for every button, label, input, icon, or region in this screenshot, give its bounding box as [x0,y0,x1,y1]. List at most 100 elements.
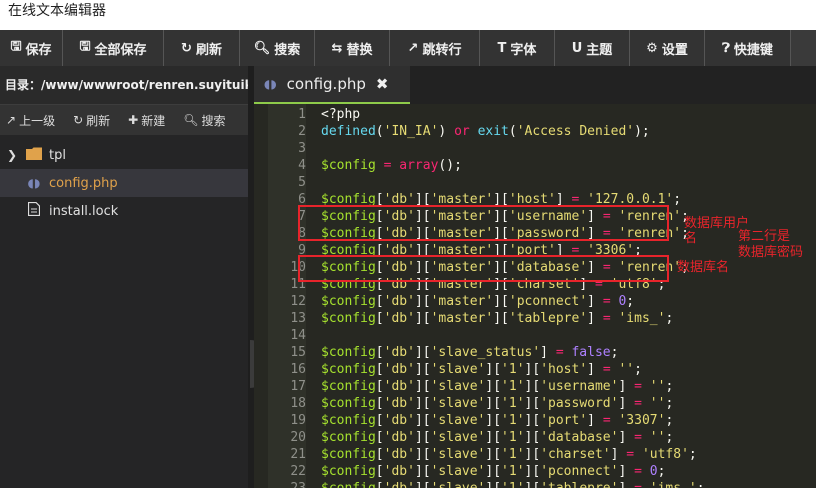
code-line: 20 $config['db']['slave']['1']['database'… [268,429,816,446]
toolbar: 🖫 保存 🖫 全部保存 ↻ 刷新 🔍︎ 搜索 ⇆ 替换 ↗ 跳转行 T 字体 U 主题 ⚙ 设置 … [0,30,816,66]
line-number: 3 [298,141,306,156]
sidebar-search-button[interactable]: 🔍︎ 搜索 [183,112,225,129]
line-source: $config = array(); [321,158,462,173]
goto-line-icon: ↗ [407,40,419,56]
line-source: $config['db']['slave']['1']['charset'] =… [321,447,697,462]
save-all-button[interactable]: 🖫 全部保存 [63,30,164,66]
code-line: 2 defined('IN_IA') or exit('Access Denied… [268,123,816,140]
refresh-button[interactable]: ↻ 刷新 [164,30,240,66]
font-button[interactable]: T 字体 [480,30,555,66]
code-line: 16 $config['db']['slave']['1']['host'] = … [268,361,816,378]
tree-item-config-php[interactable]: ◖◗ config.php [0,169,248,197]
replace-button-label: 替换 [346,42,373,58]
code-line: 12 $config['db']['master']['pconnect'] = … [268,293,816,310]
tree-item-label: config.php [49,175,118,191]
line-number: 21 [290,447,306,462]
code-line: 4 $config = array(); [268,157,816,174]
line-source: $config['db']['slave']['1']['username'] … [321,379,674,394]
close-icon[interactable]: ✖ [376,75,389,93]
new-file-button[interactable]: ✚ 新建 [128,112,165,129]
help-icon: ❓︎ [722,40,730,56]
goto-line-button[interactable]: ↗ 跳转行 [390,30,480,66]
line-number: 22 [290,464,306,479]
new-file-label: 新建 [141,113,166,128]
code-line: 18 $config['db']['slave']['1']['password'… [268,395,816,412]
plus-icon: ✚ [128,113,139,127]
sidebar-search-label: 搜索 [201,113,226,128]
line-number: 5 [298,175,306,190]
search-button[interactable]: 🔍︎ 搜索 [240,30,315,66]
line-source: $config['db']['slave']['1']['port'] = '3… [321,413,674,428]
line-source: $config['db']['slave']['1']['pconnect'] … [321,464,666,479]
tab-label: config.php [286,75,366,93]
line-source: $config['db']['slave']['1']['tablepre'] … [306,480,705,488]
php-elephant-icon: ◖◗ [27,176,41,190]
line-source: $config['db']['slave']['1']['host'] = ''… [321,362,642,377]
annotation-db-name: 数据库名 [677,260,730,275]
theme-button[interactable]: U 主题 [555,30,630,66]
code-line: 21 $config['db']['slave']['1']['charset']… [268,446,816,463]
code-line: 13 $config['db']['master']['tablepre'] = … [268,310,816,327]
font-icon: T [497,40,507,56]
shortcuts-button-label: 快捷键 [733,42,773,58]
code-line: 22 $config['db']['slave']['1']['pconnect'… [268,463,816,480]
file-sidebar: 目录：/www/wwwroot/renren.suyituike... ↗ 上一级… [0,66,248,488]
code-lines: 1 <?php 2 defined('IN_IA') or exit('Access … [268,106,816,488]
tab-config-php[interactable]: ◖◗ config.php ✖ [254,66,410,104]
toolbar-filler [791,30,816,66]
line-number: 18 [290,396,306,411]
search-button-label: 搜索 [274,42,301,58]
line-source [306,140,321,157]
line-number: 17 [290,379,306,394]
refresh-button-label: 刷新 [195,42,222,58]
username-password-highlight [298,205,669,241]
sidebar-toolbar: ↗ 上一级 ↻ 刷新 ✚ 新建 🔍︎ 搜索 [0,104,248,135]
line-number: 15 [290,345,306,360]
window-title: 在线文本编辑器 [8,3,106,19]
theme-button-label: 主题 [586,42,613,58]
php-elephant-icon: ◖◗ [264,77,277,91]
save-button[interactable]: 🖫 保存 [0,30,63,66]
line-number: 16 [290,362,306,377]
tab-bar: ◖◗ config.php ✖ [254,66,816,104]
code-line: 19 $config['db']['slave']['1']['port'] = … [268,412,816,429]
line-number: 19 [290,413,306,428]
line-number: 14 [290,328,306,343]
code-line: 14 [268,327,816,344]
replace-button[interactable]: ⇆ 替换 [315,30,390,66]
sidebar-refresh-label: 刷新 [86,113,111,128]
shortcuts-button[interactable]: ❓︎ 快捷键 [705,30,791,66]
line-source: defined('IN_IA') or exit('Access Denied'… [321,124,650,139]
code-editor[interactable]: 1 <?php 2 defined('IN_IA') or exit('Access … [254,104,816,488]
chevron-right-icon[interactable]: ❯ [3,148,21,162]
line-source: $config['db']['slave']['1']['database'] … [321,430,674,445]
save-icon: 🖫 [10,39,22,54]
tree-item-install-lock[interactable]: install.lock [0,197,248,225]
file-icon [23,201,45,220]
theme-icon: U [571,40,583,56]
refresh-icon: ↻ [181,40,192,56]
refresh-icon: ↻ [73,113,84,127]
font-button-label: 字体 [510,42,537,58]
save-button-label: 保存 [25,42,52,58]
tree-item-tpl[interactable]: ❯ tpl [0,141,248,169]
line-number: 20 [290,430,306,445]
line-source: $config['db']['master']['pconnect'] = 0; [321,294,635,309]
tree-item-label: install.lock [49,203,119,219]
file-tree: ❯ tpl ◖◗ config.php install.lock [0,135,248,225]
folder-icon [23,147,45,164]
settings-button[interactable]: ⚙ 设置 [630,30,705,66]
database-highlight [298,255,669,282]
code-line: 15 $config['db']['slave_status'] = false; [268,344,816,361]
line-source [306,327,321,344]
annotation-password-line2: 数据库密码 [738,245,804,260]
save-all-icon: 🖫 [79,39,91,54]
tree-item-label: tpl [49,147,66,163]
directory-path: 目录：/www/wwwroot/renren.suyituike... [0,66,248,104]
line-number: 2 [298,124,306,139]
up-level-button[interactable]: ↗ 上一级 [6,112,55,129]
up-level-label: 上一级 [19,113,56,128]
replace-icon: ⇆ [331,40,343,56]
window-titlebar: 在线文本编辑器 [0,0,816,30]
sidebar-refresh-button[interactable]: ↻ 刷新 [73,112,110,129]
